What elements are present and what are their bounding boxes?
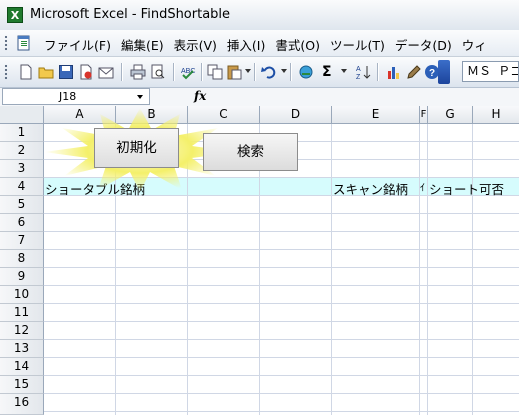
print-icon[interactable] [130, 64, 146, 80]
menu-items: ファイル(F) 編集(E) 表示(V) 挿入(I) 書式(O) ツール(T) デ… [44, 35, 497, 54]
toolbar-separator [254, 63, 256, 81]
column-header-d[interactable]: D [260, 106, 332, 124]
column-header-b[interactable]: B [116, 106, 188, 124]
gridline [427, 124, 428, 415]
name-box[interactable]: J18 [2, 88, 150, 105]
row-header-9[interactable]: 9 [0, 268, 44, 286]
gridline [187, 124, 188, 415]
search-button[interactable]: 検索 [203, 133, 298, 171]
spelling-icon[interactable]: ABC [180, 64, 196, 80]
formula-bar: J18 fx [0, 88, 519, 107]
init-button[interactable]: 初期化 [94, 128, 179, 168]
menu-view[interactable]: 表示(V) [174, 35, 225, 54]
row-header-16[interactable]: 16 [0, 394, 44, 415]
select-all-corner[interactable] [0, 106, 44, 124]
autosum-icon[interactable]: Σ [322, 64, 338, 80]
column-header-f[interactable]: F [420, 106, 428, 124]
row-header-11[interactable]: 11 [0, 304, 44, 322]
toolbar-options-chevron-icon[interactable] [438, 60, 450, 84]
row-header-8[interactable]: 8 [0, 250, 44, 268]
menu-insert[interactable]: 挿入(I) [227, 35, 273, 54]
insert-function-icon[interactable]: fx [194, 89, 206, 103]
excel-icon: X [7, 7, 23, 23]
chart-wizard-icon[interactable] [386, 64, 402, 80]
toolbar-separator [377, 63, 379, 81]
window-title: Microsoft Excel - FindShortable [30, 7, 231, 22]
toolbar-separator [121, 63, 123, 81]
row-header-4[interactable]: 4 [0, 178, 44, 196]
row-header-13[interactable]: 13 [0, 340, 44, 358]
name-box-dropdown-icon[interactable] [137, 95, 143, 99]
toolbar-separator [173, 63, 175, 81]
undo-icon[interactable] [261, 64, 277, 80]
row-header-3[interactable]: 3 [0, 160, 44, 178]
name-box-value: J18 [59, 90, 77, 103]
paste-icon[interactable] [226, 64, 242, 80]
row-header-12[interactable]: 12 [0, 322, 44, 340]
print-preview-icon[interactable] [150, 64, 166, 80]
menubar-grip-icon[interactable] [4, 35, 8, 51]
workbook-menu-icon[interactable] [16, 35, 32, 51]
toolbar-separator [201, 63, 203, 81]
autosum-dropdown-icon[interactable] [341, 69, 347, 73]
column-header-h[interactable]: H [473, 106, 519, 124]
cell-a4[interactable]: ショータブル銘柄 [45, 179, 145, 198]
row-header-1[interactable]: 1 [0, 124, 44, 142]
row-header-6[interactable]: 6 [0, 214, 44, 232]
row-header-10[interactable]: 10 [0, 286, 44, 304]
title-bar: X Microsoft Excel - FindShortable [0, 0, 519, 31]
svg-text:Z: Z [356, 74, 361, 80]
save-icon[interactable] [58, 64, 74, 80]
gridline [472, 124, 473, 415]
column-header-e[interactable]: E [332, 106, 420, 124]
svg-text:?: ? [429, 68, 435, 79]
open-folder-icon[interactable] [38, 64, 54, 80]
row-header-14[interactable]: 14 [0, 358, 44, 376]
column-header-a[interactable]: A [44, 106, 116, 124]
font-name-field[interactable]: ＭＳ Ｐゴシ [462, 61, 519, 82]
drawing-icon[interactable] [406, 64, 422, 80]
undo-dropdown-icon[interactable] [281, 69, 287, 73]
row-header-7[interactable]: 7 [0, 232, 44, 250]
toolbar-grip-icon[interactable] [4, 64, 8, 80]
sort-ascending-icon[interactable]: AZ [355, 64, 371, 80]
hyperlink-icon[interactable] [298, 64, 314, 80]
toolbar-separator [290, 63, 292, 81]
menu-tools[interactable]: ツール(T) [330, 35, 393, 54]
menu-edit[interactable]: 編集(E) [121, 35, 172, 54]
svg-text:A: A [356, 66, 361, 73]
cell-e4[interactable]: スキャン銘柄 [333, 179, 408, 198]
row-header-15[interactable]: 15 [0, 376, 44, 394]
menu-bar: ファイル(F) 編集(E) 表示(V) 挿入(I) 書式(O) ツール(T) デ… [0, 30, 519, 57]
cell-g4[interactable]: ショート可否 [429, 179, 504, 198]
menu-file[interactable]: ファイル(F) [44, 35, 119, 54]
gridline [419, 124, 420, 415]
row-header-2[interactable]: 2 [0, 142, 44, 160]
paste-dropdown-icon[interactable] [245, 69, 251, 73]
column-header-c[interactable]: C [188, 106, 260, 124]
email-icon[interactable] [98, 64, 114, 80]
gridline [331, 124, 332, 415]
menu-window[interactable]: ウィ [462, 35, 495, 54]
column-header-g[interactable]: G [428, 106, 473, 124]
row-header-5[interactable]: 5 [0, 196, 44, 214]
copy-icon[interactable] [207, 64, 223, 80]
menu-data[interactable]: データ(D) [395, 35, 460, 54]
menu-format[interactable]: 書式(O) [275, 35, 328, 54]
permission-icon[interactable] [78, 64, 94, 80]
cell-f4[interactable]: ｲ [420, 179, 425, 194]
new-file-icon[interactable] [18, 64, 34, 80]
